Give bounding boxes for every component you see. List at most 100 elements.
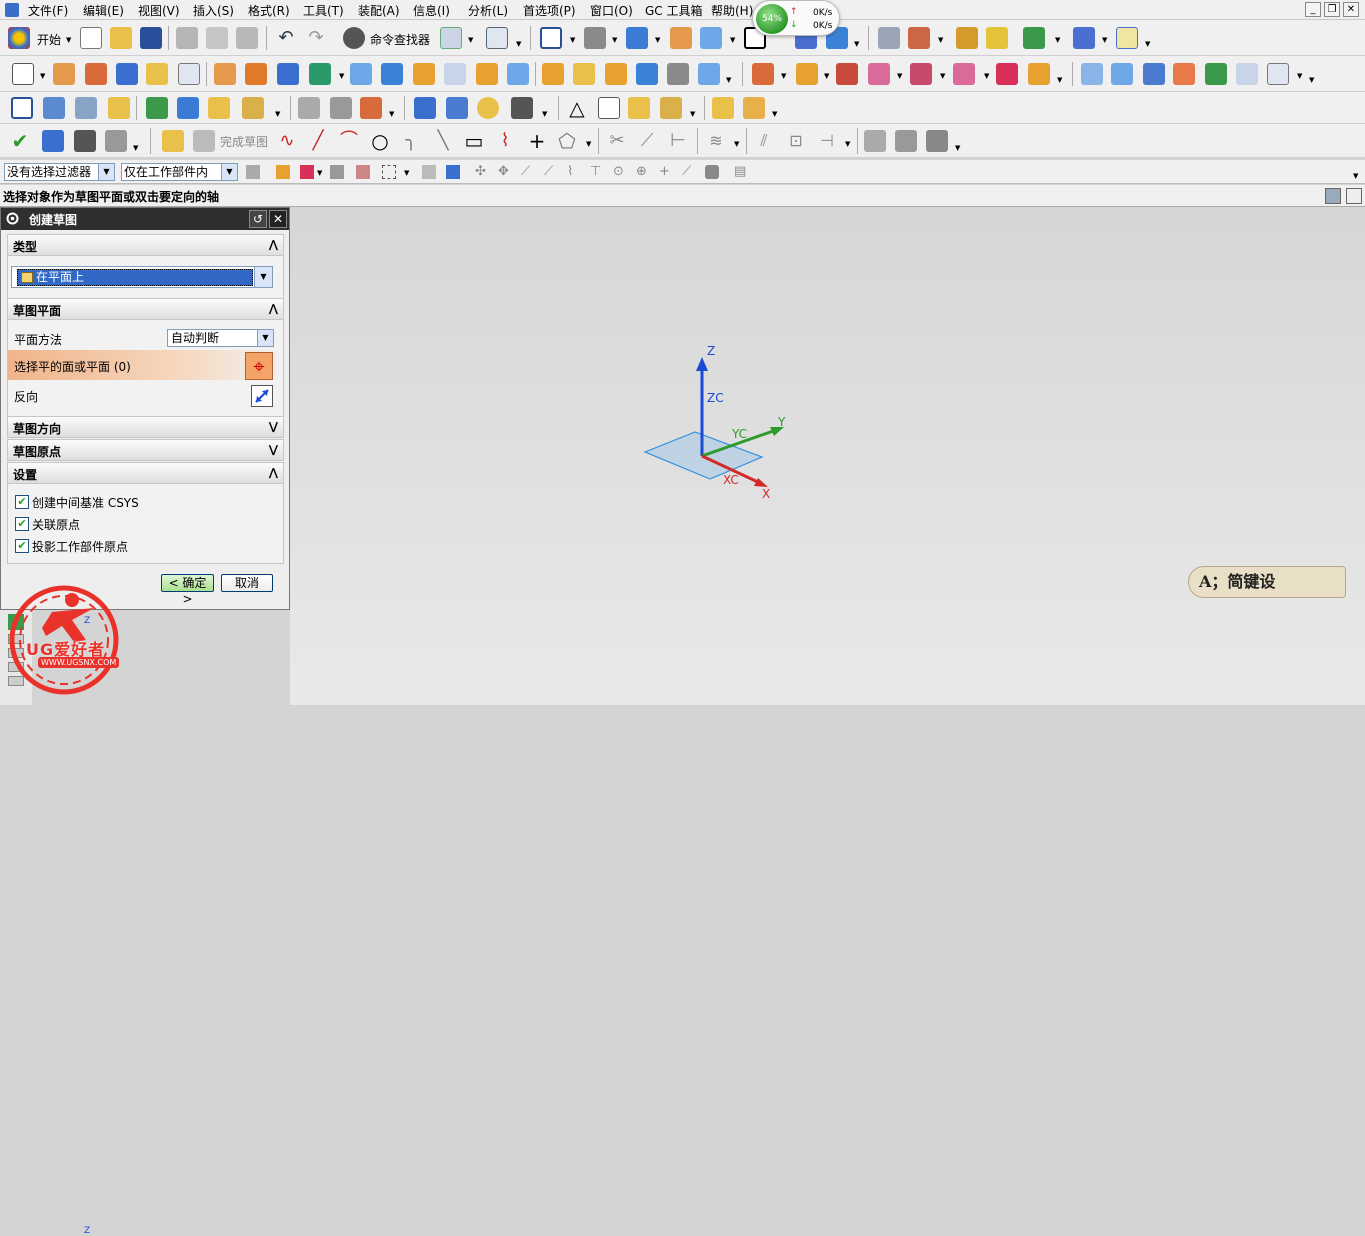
chevron-down-icon[interactable]: ▼ bbox=[254, 267, 272, 287]
control-point-icon[interactable]: ⟋ bbox=[521, 165, 535, 179]
triangle-icon[interactable]: △ bbox=[566, 97, 588, 119]
sketch-on-plane-icon[interactable] bbox=[162, 130, 184, 152]
section-sketch-origin[interactable]: 草图原点 ⋁ bbox=[7, 439, 284, 461]
promote-icon[interactable] bbox=[996, 63, 1018, 85]
ok-button[interactable]: < 确定 > bbox=[161, 574, 214, 606]
make-corner-icon[interactable]: ⊢ bbox=[667, 130, 689, 152]
dropdown-icon[interactable]: ▼ bbox=[1145, 40, 1150, 48]
dropdown-icon[interactable]: ▼ bbox=[955, 144, 960, 152]
sketch-icon[interactable] bbox=[12, 63, 34, 85]
replace-face-icon[interactable] bbox=[1028, 63, 1050, 85]
grid-icon[interactable] bbox=[628, 97, 650, 119]
studio-surface-icon[interactable] bbox=[1236, 63, 1258, 85]
layer-icon[interactable] bbox=[670, 27, 692, 49]
table-icon[interactable] bbox=[598, 97, 620, 119]
dropdown-icon[interactable]: ▼ bbox=[612, 36, 617, 44]
finish-sketch-icon[interactable] bbox=[193, 130, 215, 152]
dropdown-icon[interactable]: ▼ bbox=[984, 72, 989, 80]
chevron-down-icon[interactable]: ▼ bbox=[257, 330, 273, 346]
check-sketch-icon[interactable]: ✔ bbox=[9, 130, 31, 152]
part-navigator-icon[interactable] bbox=[878, 27, 900, 49]
mirror-curve-icon[interactable]: ⊣ bbox=[816, 130, 838, 152]
groove-icon[interactable] bbox=[381, 63, 403, 85]
pad-icon[interactable] bbox=[309, 63, 331, 85]
show-constraints-icon[interactable] bbox=[895, 130, 917, 152]
mirror-icon[interactable] bbox=[868, 63, 890, 85]
add-component-icon[interactable] bbox=[177, 97, 199, 119]
tangent-icon[interactable]: ⟋ bbox=[682, 165, 696, 179]
section-sketch-plane[interactable]: 草图平面 ⋀ bbox=[7, 298, 284, 320]
ruler-icon[interactable] bbox=[1116, 27, 1138, 49]
n-sided-icon[interactable] bbox=[1205, 63, 1227, 85]
reverse-direction-icon[interactable] bbox=[251, 385, 273, 407]
extrude-icon[interactable] bbox=[53, 63, 75, 85]
axis-icon[interactable] bbox=[1073, 27, 1095, 49]
maximize-icon[interactable] bbox=[1346, 188, 1362, 204]
offset-face-icon[interactable] bbox=[605, 63, 627, 85]
sew-icon[interactable] bbox=[667, 63, 689, 85]
fullscreen-icon[interactable] bbox=[1325, 188, 1341, 204]
dropdown-icon[interactable]: ▼ bbox=[586, 140, 591, 148]
dropdown-icon[interactable]: ▼ bbox=[516, 40, 521, 48]
thicken-icon[interactable] bbox=[636, 63, 658, 85]
cone-icon[interactable] bbox=[178, 63, 200, 85]
datum-csys-icon[interactable] bbox=[11, 97, 33, 119]
menu-edit[interactable]: 编辑(E) bbox=[83, 2, 124, 19]
gear-icon[interactable] bbox=[5, 211, 20, 226]
dropdown-icon[interactable]: ▼ bbox=[772, 110, 777, 118]
dropdown-icon[interactable]: ▼ bbox=[897, 72, 902, 80]
dropdown-icon[interactable]: ▼ bbox=[734, 140, 739, 148]
chevron-up-icon[interactable]: ⋀ bbox=[269, 466, 278, 479]
rectangle-select-icon[interactable] bbox=[382, 165, 396, 179]
snap-icon[interactable] bbox=[276, 165, 290, 179]
fit-view-icon[interactable] bbox=[540, 27, 562, 49]
rectangle-icon[interactable]: ▭ bbox=[463, 130, 485, 152]
dropdown-icon[interactable]: ▼ bbox=[690, 110, 695, 118]
layer-settings-icon[interactable] bbox=[43, 97, 65, 119]
dropdown-icon[interactable]: ▼ bbox=[339, 72, 344, 80]
dropdown-icon[interactable]: ▼ bbox=[781, 72, 786, 80]
new-file-icon[interactable] bbox=[80, 27, 102, 49]
menu-view[interactable]: 视图(V) bbox=[138, 2, 180, 19]
solid-select-icon[interactable] bbox=[422, 165, 436, 179]
existing-point-icon[interactable]: ⊙ bbox=[613, 165, 627, 179]
dropdown-icon[interactable]: ▼ bbox=[1057, 76, 1062, 84]
dropdown-icon[interactable]: ▼ bbox=[940, 72, 945, 80]
intersect-icon[interactable] bbox=[836, 63, 858, 85]
patch-icon[interactable] bbox=[698, 63, 720, 85]
curve-icon[interactable] bbox=[298, 97, 320, 119]
template-icon[interactable] bbox=[743, 97, 765, 119]
swept-icon[interactable] bbox=[1173, 63, 1195, 85]
knowledge-icon[interactable] bbox=[511, 97, 533, 119]
pocket-icon[interactable] bbox=[277, 63, 299, 85]
navigator-icon[interactable] bbox=[8, 614, 24, 630]
dropdown-icon[interactable]: ▼ bbox=[389, 110, 394, 118]
chevron-down-icon[interactable]: ▼ bbox=[221, 164, 237, 180]
assembly-icon[interactable] bbox=[146, 97, 168, 119]
quadrant-icon[interactable]: ⊤ bbox=[590, 165, 604, 179]
plane-method-select[interactable]: 自动判断 ▼ bbox=[167, 329, 274, 347]
quick-extend-icon[interactable]: ⟋ bbox=[636, 130, 658, 152]
chevron-up-icon[interactable]: ⋀ bbox=[269, 238, 278, 251]
dropdown-icon[interactable]: ▼ bbox=[1055, 36, 1060, 44]
dropdown-icon[interactable]: ▼ bbox=[730, 36, 735, 44]
point-on-curve-icon[interactable]: ⊕ bbox=[636, 165, 650, 179]
trim-body-icon[interactable] bbox=[542, 63, 564, 85]
dropdown-icon[interactable]: ▼ bbox=[404, 169, 409, 177]
lightning-icon[interactable] bbox=[986, 27, 1008, 49]
checkbox-project-work-part-origin[interactable]: ✔ bbox=[15, 539, 29, 553]
save-icon[interactable] bbox=[140, 27, 162, 49]
measure-icon[interactable] bbox=[956, 27, 978, 49]
block-icon[interactable] bbox=[116, 63, 138, 85]
shell-icon[interactable] bbox=[476, 63, 498, 85]
info-icon[interactable] bbox=[486, 27, 508, 49]
menu-file[interactable]: 文件(F) bbox=[28, 2, 68, 19]
dimension-icon[interactable] bbox=[360, 97, 382, 119]
geometric-constraint-icon[interactable] bbox=[864, 130, 886, 152]
dropdown-icon[interactable]: ▼ bbox=[938, 36, 943, 44]
spring-icon[interactable] bbox=[446, 97, 468, 119]
menu-window[interactable]: 窗口(O) bbox=[590, 2, 633, 19]
start-dropdown-icon[interactable]: ▼ bbox=[66, 36, 71, 44]
restore-icon[interactable]: ❐ bbox=[1324, 2, 1340, 17]
chevron-down-icon[interactable]: ⋁ bbox=[269, 420, 278, 433]
